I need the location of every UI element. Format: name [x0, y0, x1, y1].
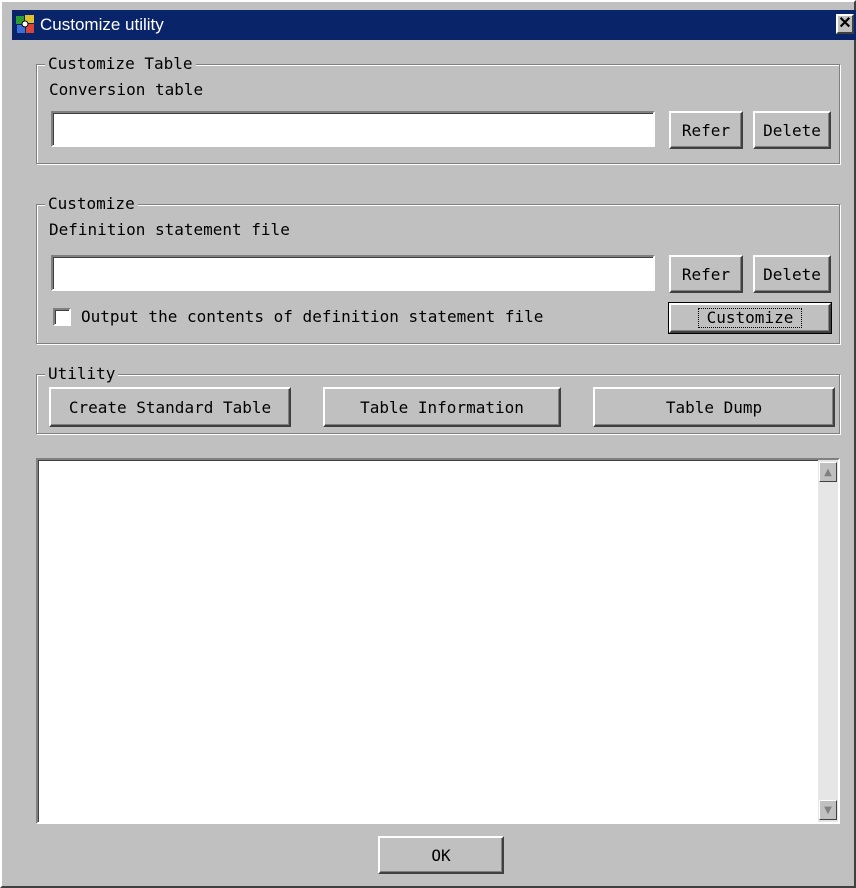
conversion-table-delete-button[interactable]: Delete	[753, 111, 831, 149]
create-standard-table-button[interactable]: Create Standard Table	[49, 387, 291, 427]
definition-file-refer-button[interactable]: Refer	[669, 255, 743, 293]
customize-utility-window: Customize utility ✕ Customize Table Conv…	[0, 0, 856, 888]
conversion-table-input[interactable]	[51, 111, 655, 147]
output-contents-label[interactable]: Output the contents of definition statem…	[81, 306, 543, 328]
scroll-down-icon: ▼	[824, 804, 832, 816]
customize-legend: Customize	[45, 193, 138, 215]
utility-group: Utility Create Standard Table Table Info…	[36, 363, 840, 434]
scroll-up-button[interactable]: ▲	[819, 462, 837, 482]
customize-table-group: Customize Table Conversion table Refer D…	[36, 53, 840, 164]
table-dump-button[interactable]: Table Dump	[593, 387, 835, 427]
utility-legend: Utility	[45, 363, 119, 385]
scroll-down-button[interactable]: ▼	[819, 800, 837, 820]
close-icon: ✕	[838, 15, 852, 32]
window-title: Customize utility	[40, 15, 164, 34]
close-button[interactable]: ✕	[836, 14, 854, 34]
output-contents-checkbox[interactable]	[53, 308, 71, 326]
definition-file-input[interactable]	[51, 255, 655, 291]
conversion-table-refer-button[interactable]: Refer	[669, 111, 743, 149]
table-information-button[interactable]: Table Information	[323, 387, 561, 427]
customize-utility-icon	[16, 15, 34, 33]
title-bar[interactable]: Customize utility ✕	[12, 10, 856, 40]
output-textarea[interactable]: ▲ ▼	[36, 458, 840, 824]
ok-button[interactable]: OK	[378, 836, 504, 874]
definition-file-delete-button[interactable]: Delete	[753, 255, 831, 293]
conversion-table-label: Conversion table	[49, 80, 204, 99]
customize-group: Customize Definition statement file Refe…	[36, 193, 840, 344]
customize-button[interactable]: Customize	[668, 302, 832, 334]
customize-table-legend: Customize Table	[45, 53, 196, 75]
scroll-up-icon: ▲	[824, 466, 832, 478]
output-scrollbar[interactable]: ▲ ▼	[818, 460, 838, 822]
definition-file-label: Definition statement file	[49, 220, 290, 239]
